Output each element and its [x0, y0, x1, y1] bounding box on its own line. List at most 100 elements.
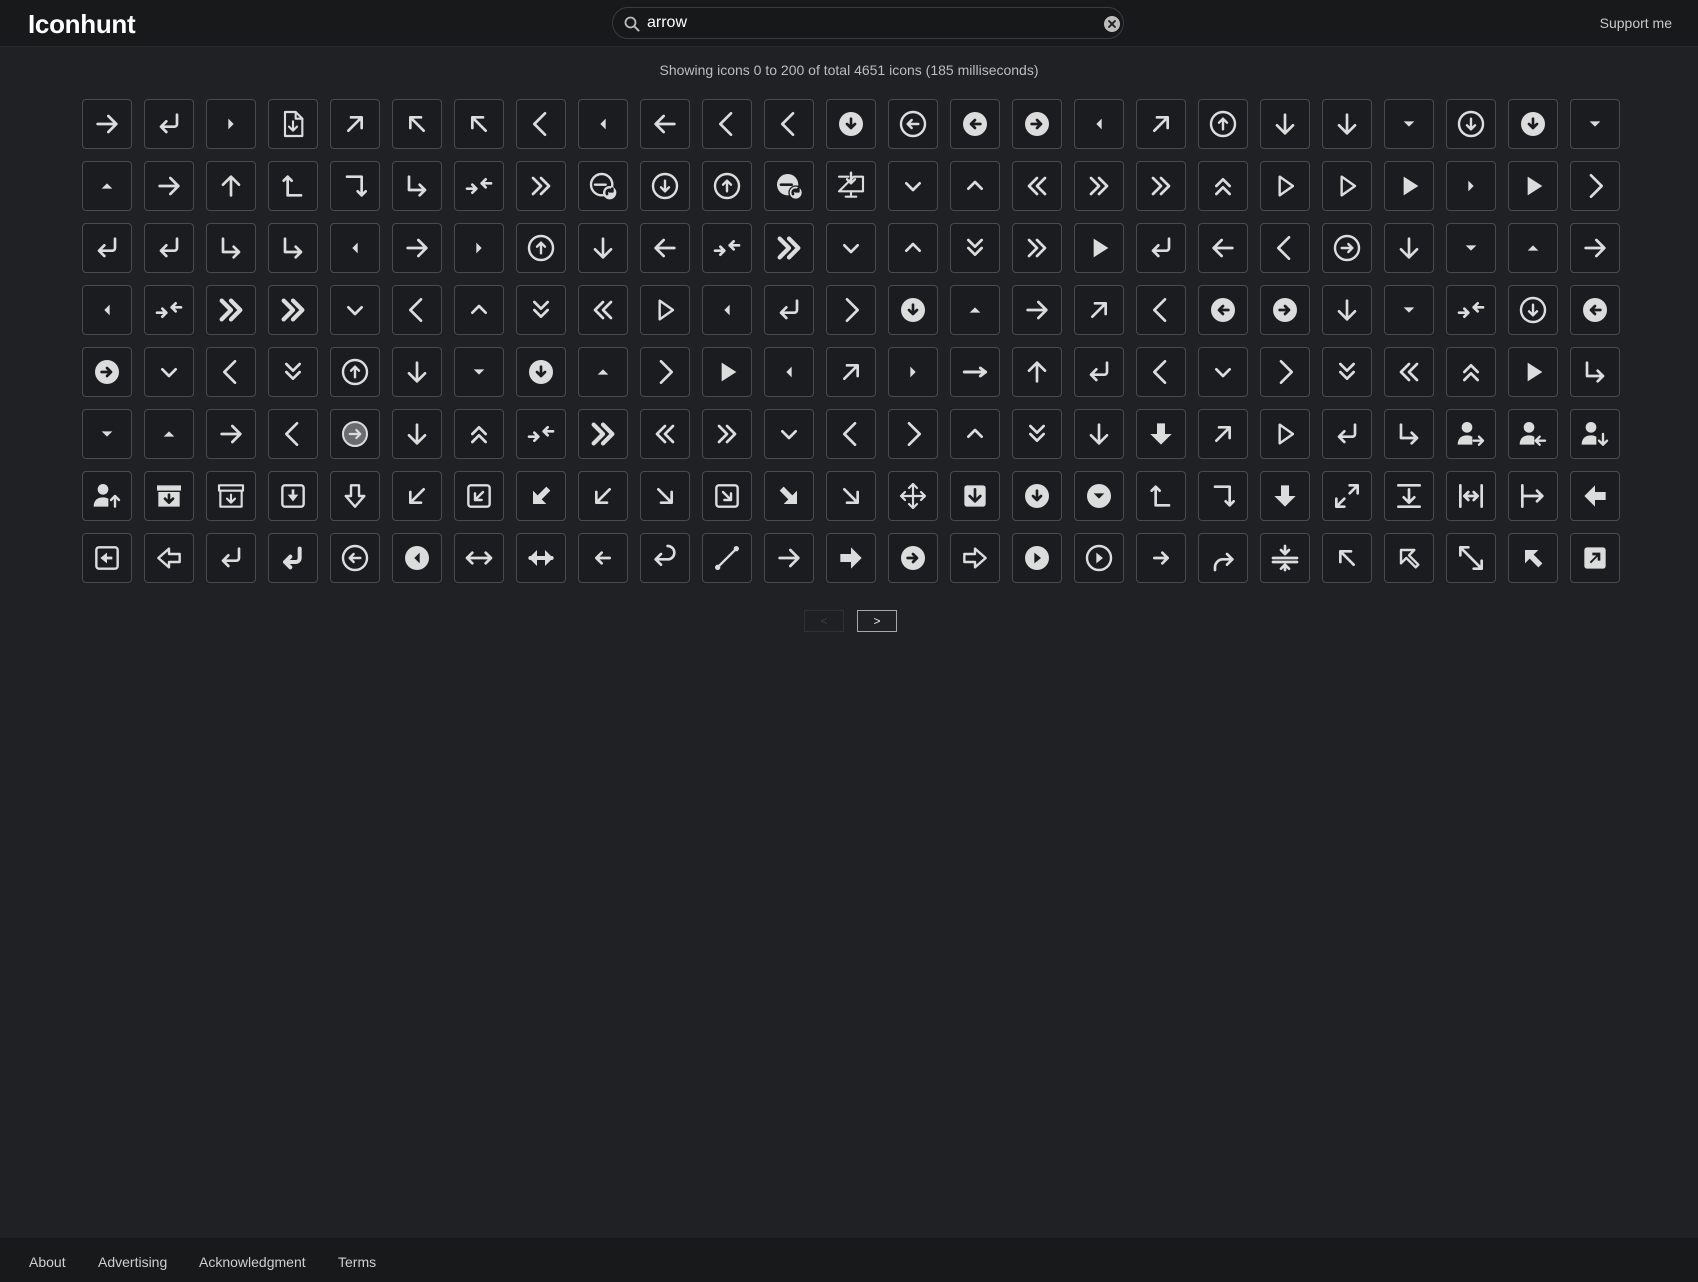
- icon-tile[interactable]: [1012, 223, 1062, 273]
- footer-link-advertising[interactable]: Advertising: [98, 1254, 167, 1270]
- icon-tile[interactable]: [516, 347, 566, 397]
- icon-tile[interactable]: [702, 223, 752, 273]
- icon-tile[interactable]: [702, 409, 752, 459]
- icon-tile[interactable]: [950, 409, 1000, 459]
- icon-tile[interactable]: [82, 285, 132, 335]
- icon-tile[interactable]: [1570, 533, 1620, 583]
- icon-tile[interactable]: [1508, 285, 1558, 335]
- icon-tile[interactable]: [82, 223, 132, 273]
- icon-tile[interactable]: [1012, 347, 1062, 397]
- icon-tile[interactable]: [640, 471, 690, 521]
- icon-tile[interactable]: [888, 99, 938, 149]
- icon-tile[interactable]: [1322, 347, 1372, 397]
- icon-tile[interactable]: [516, 533, 566, 583]
- icon-tile[interactable]: [1198, 161, 1248, 211]
- icon-tile[interactable]: [950, 533, 1000, 583]
- icon-tile[interactable]: [1508, 161, 1558, 211]
- icon-tile[interactable]: [268, 161, 318, 211]
- footer-link-terms[interactable]: Terms: [338, 1254, 376, 1270]
- icon-tile[interactable]: [330, 409, 380, 459]
- icon-tile[interactable]: [454, 409, 504, 459]
- icon-tile[interactable]: [1260, 347, 1310, 397]
- icon-tile[interactable]: [1322, 161, 1372, 211]
- icon-tile[interactable]: [1508, 471, 1558, 521]
- icon-tile[interactable]: [764, 99, 814, 149]
- icon-tile[interactable]: [888, 347, 938, 397]
- icon-tile[interactable]: [640, 161, 690, 211]
- icon-tile[interactable]: [330, 347, 380, 397]
- icon-tile[interactable]: [82, 471, 132, 521]
- icon-tile[interactable]: [1446, 285, 1496, 335]
- clear-search-icon[interactable]: [1103, 15, 1121, 33]
- icon-tile[interactable]: [1136, 285, 1186, 335]
- icon-tile[interactable]: [950, 285, 1000, 335]
- icon-tile[interactable]: [764, 285, 814, 335]
- icon-tile[interactable]: [1136, 223, 1186, 273]
- icon-tile[interactable]: [1074, 223, 1124, 273]
- icon-tile[interactable]: [1074, 471, 1124, 521]
- icon-tile[interactable]: [144, 99, 194, 149]
- icon-tile[interactable]: [392, 285, 442, 335]
- icon-tile[interactable]: [1322, 99, 1372, 149]
- icon-tile[interactable]: [516, 99, 566, 149]
- icon-tile[interactable]: [1384, 409, 1434, 459]
- icon-tile[interactable]: [1446, 99, 1496, 149]
- icon-tile[interactable]: [330, 533, 380, 583]
- icon-tile[interactable]: [950, 99, 1000, 149]
- icon-tile[interactable]: [640, 409, 690, 459]
- icon-tile[interactable]: [1074, 409, 1124, 459]
- icon-tile[interactable]: [144, 161, 194, 211]
- icon-tile[interactable]: [578, 99, 628, 149]
- icon-tile[interactable]: [1570, 223, 1620, 273]
- icon-tile[interactable]: [82, 99, 132, 149]
- icon-tile[interactable]: [1260, 99, 1310, 149]
- icon-tile[interactable]: [640, 99, 690, 149]
- icon-tile[interactable]: [1136, 471, 1186, 521]
- icon-tile[interactable]: [1074, 161, 1124, 211]
- icon-tile[interactable]: [1446, 409, 1496, 459]
- icon-tile[interactable]: [950, 347, 1000, 397]
- icon-tile[interactable]: [268, 223, 318, 273]
- icon-tile[interactable]: [888, 409, 938, 459]
- icon-tile[interactable]: [144, 409, 194, 459]
- icon-tile[interactable]: [640, 347, 690, 397]
- icon-tile[interactable]: [826, 471, 876, 521]
- icon-tile[interactable]: [1012, 533, 1062, 583]
- icon-tile[interactable]: [206, 409, 256, 459]
- icon-tile[interactable]: [1136, 533, 1186, 583]
- icon-tile[interactable]: [826, 285, 876, 335]
- icon-tile[interactable]: [826, 99, 876, 149]
- icon-tile[interactable]: [1384, 161, 1434, 211]
- icon-tile[interactable]: [206, 161, 256, 211]
- icon-tile[interactable]: [1198, 471, 1248, 521]
- icon-tile[interactable]: [1012, 161, 1062, 211]
- icon-tile[interactable]: [1446, 533, 1496, 583]
- icon-tile[interactable]: [1322, 285, 1372, 335]
- icon-tile[interactable]: [392, 99, 442, 149]
- icon-tile[interactable]: [1570, 471, 1620, 521]
- support-link[interactable]: Support me: [1600, 15, 1672, 31]
- search-input[interactable]: [647, 12, 1077, 34]
- icon-tile[interactable]: [888, 285, 938, 335]
- icon-tile[interactable]: [888, 161, 938, 211]
- icon-tile[interactable]: [764, 471, 814, 521]
- icon-tile[interactable]: [1570, 99, 1620, 149]
- next-page-button[interactable]: >: [857, 610, 897, 632]
- icon-tile[interactable]: [1508, 223, 1558, 273]
- icon-tile[interactable]: [1570, 161, 1620, 211]
- icon-tile[interactable]: [950, 223, 1000, 273]
- icon-tile[interactable]: [1446, 347, 1496, 397]
- icon-tile[interactable]: [950, 471, 1000, 521]
- icon-tile[interactable]: [330, 471, 380, 521]
- icon-tile[interactable]: [392, 409, 442, 459]
- icon-tile[interactable]: [82, 409, 132, 459]
- icon-tile[interactable]: [206, 99, 256, 149]
- icon-tile[interactable]: [144, 471, 194, 521]
- icon-tile[interactable]: [1446, 471, 1496, 521]
- icon-tile[interactable]: [1198, 99, 1248, 149]
- icon-tile[interactable]: [1260, 223, 1310, 273]
- icon-tile[interactable]: [1136, 99, 1186, 149]
- icon-tile[interactable]: [1136, 409, 1186, 459]
- icon-tile[interactable]: [702, 347, 752, 397]
- icon-tile[interactable]: [1570, 409, 1620, 459]
